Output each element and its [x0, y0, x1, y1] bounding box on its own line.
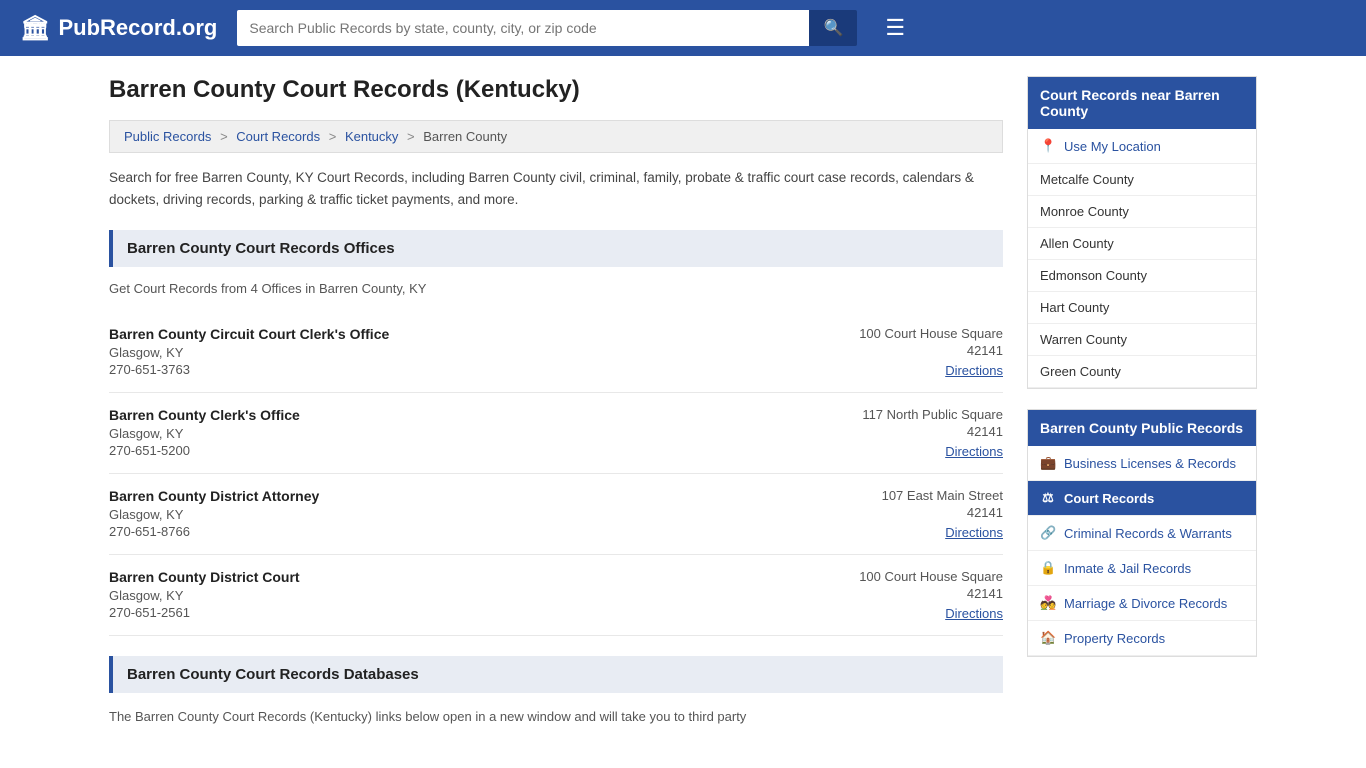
breadcrumb-kentucky[interactable]: Kentucky	[345, 129, 398, 144]
office-right-2: 117 North Public Square 42141 Directions	[803, 407, 1003, 459]
breadcrumb-public-records[interactable]: Public Records	[124, 129, 211, 144]
public-records-section-header: Barren County Public Records	[1028, 410, 1256, 446]
breadcrumb-court-records[interactable]: Court Records	[236, 129, 320, 144]
office-right-1: 100 Court House Square 42141 Directions	[803, 326, 1003, 378]
sidebar-item-inmate-jail[interactable]: 🔒 Inmate & Jail Records	[1028, 551, 1256, 586]
scales-icon: ⚖	[1040, 490, 1056, 506]
breadcrumb-barren-county: Barren County	[423, 129, 507, 144]
office-left-4: Barren County District Court Glasgow, KY…	[109, 569, 803, 621]
house-icon: 🏠	[1040, 630, 1056, 646]
sidebar-county-hart[interactable]: Hart County	[1028, 292, 1256, 324]
office-city-3: Glasgow, KY	[109, 507, 803, 522]
sidebar-county-monroe[interactable]: Monroe County	[1028, 196, 1256, 228]
sidebar-label-inmate: Inmate & Jail Records	[1064, 561, 1191, 576]
office-name-4: Barren County District Court	[109, 569, 803, 585]
offices-section-header: Barren County Court Records Offices	[109, 230, 1003, 267]
databases-text: The Barren County Court Records (Kentuck…	[109, 707, 1003, 727]
menu-button[interactable]: ☰	[877, 11, 913, 45]
offices-subtext: Get Court Records from 4 Offices in Barr…	[109, 281, 1003, 296]
location-pin-icon: 📍	[1040, 138, 1056, 154]
use-location-label: Use My Location	[1064, 139, 1161, 154]
directions-link-3[interactable]: Directions	[945, 525, 1003, 540]
office-right-3: 107 East Main Street 42141 Directions	[803, 488, 1003, 540]
directions-link-2[interactable]: Directions	[945, 444, 1003, 459]
lock-icon: 🔒	[1040, 560, 1056, 576]
office-name-2: Barren County Clerk's Office	[109, 407, 803, 423]
intro-text: Search for free Barren County, KY Court …	[109, 167, 1003, 210]
directions-link-4[interactable]: Directions	[945, 606, 1003, 621]
sidebar-label-property: Property Records	[1064, 631, 1165, 646]
link-icon: 🔗	[1040, 525, 1056, 541]
office-zip-4: 42141	[803, 586, 1003, 601]
breadcrumb-sep-1: >	[220, 129, 228, 144]
breadcrumb-sep-2: >	[329, 129, 337, 144]
office-city-1: Glasgow, KY	[109, 345, 803, 360]
office-entry-1: Barren County Circuit Court Clerk's Offi…	[109, 312, 1003, 393]
main-container: Barren County Court Records (Kentucky) P…	[93, 56, 1273, 747]
office-left-2: Barren County Clerk's Office Glasgow, KY…	[109, 407, 803, 459]
office-entry-3: Barren County District Attorney Glasgow,…	[109, 474, 1003, 555]
logo-text: PubRecord.org	[58, 15, 217, 41]
rings-icon: 💑	[1040, 595, 1056, 611]
office-zip-3: 42141	[803, 505, 1003, 520]
databases-section-header: Barren County Court Records Databases	[109, 656, 1003, 693]
office-left-1: Barren County Circuit Court Clerk's Offi…	[109, 326, 803, 378]
use-my-location-item[interactable]: 📍 Use My Location	[1028, 129, 1256, 164]
nearby-section-header: Court Records near Barren County	[1028, 77, 1256, 129]
header: 🏛 PubRecord.org 🔍 ☰	[0, 0, 1366, 56]
sidebar: Court Records near Barren County 📍 Use M…	[1027, 76, 1257, 727]
directions-link-1[interactable]: Directions	[945, 363, 1003, 378]
nearby-section: Court Records near Barren County 📍 Use M…	[1027, 76, 1257, 389]
sidebar-label-business: Business Licenses & Records	[1064, 456, 1236, 471]
sidebar-county-green[interactable]: Green County	[1028, 356, 1256, 388]
logo[interactable]: 🏛 PubRecord.org	[20, 14, 217, 43]
office-zip-1: 42141	[803, 343, 1003, 358]
sidebar-label-court: Court Records	[1064, 491, 1154, 506]
sidebar-county-edmonson[interactable]: Edmonson County	[1028, 260, 1256, 292]
office-name-3: Barren County District Attorney	[109, 488, 803, 504]
sidebar-item-property-records[interactable]: 🏠 Property Records	[1028, 621, 1256, 656]
office-name-1: Barren County Circuit Court Clerk's Offi…	[109, 326, 803, 342]
content-area: Barren County Court Records (Kentucky) P…	[109, 76, 1003, 727]
sidebar-label-marriage: Marriage & Divorce Records	[1064, 596, 1227, 611]
search-icon: 🔍	[823, 20, 843, 37]
breadcrumb-sep-3: >	[407, 129, 415, 144]
page-title: Barren County Court Records (Kentucky)	[109, 76, 1003, 104]
logo-icon: 🏛	[20, 14, 50, 43]
sidebar-county-warren[interactable]: Warren County	[1028, 324, 1256, 356]
office-phone-4: 270-651-2561	[109, 605, 803, 620]
sidebar-item-marriage-divorce[interactable]: 💑 Marriage & Divorce Records	[1028, 586, 1256, 621]
sidebar-label-criminal: Criminal Records & Warrants	[1064, 526, 1232, 541]
office-city-4: Glasgow, KY	[109, 588, 803, 603]
office-entry-4: Barren County District Court Glasgow, KY…	[109, 555, 1003, 636]
search-button[interactable]: 🔍	[809, 10, 857, 46]
office-phone-2: 270-651-5200	[109, 443, 803, 458]
sidebar-county-allen[interactable]: Allen County	[1028, 228, 1256, 260]
office-address-2: 117 North Public Square	[803, 407, 1003, 422]
sidebar-item-business-licenses[interactable]: 💼 Business Licenses & Records	[1028, 446, 1256, 481]
public-records-section: Barren County Public Records 💼 Business …	[1027, 409, 1257, 657]
sidebar-county-metcalfe[interactable]: Metcalfe County	[1028, 164, 1256, 196]
sidebar-item-criminal-records[interactable]: 🔗 Criminal Records & Warrants	[1028, 516, 1256, 551]
office-address-3: 107 East Main Street	[803, 488, 1003, 503]
briefcase-icon: 💼	[1040, 455, 1056, 471]
office-city-2: Glasgow, KY	[109, 426, 803, 441]
office-left-3: Barren County District Attorney Glasgow,…	[109, 488, 803, 540]
office-right-4: 100 Court House Square 42141 Directions	[803, 569, 1003, 621]
office-entry-2: Barren County Clerk's Office Glasgow, KY…	[109, 393, 1003, 474]
search-input[interactable]	[237, 10, 809, 46]
office-zip-2: 42141	[803, 424, 1003, 439]
office-address-1: 100 Court House Square	[803, 326, 1003, 341]
office-phone-3: 270-651-8766	[109, 524, 803, 539]
sidebar-item-court-records[interactable]: ⚖ Court Records	[1028, 481, 1256, 516]
office-address-4: 100 Court House Square	[803, 569, 1003, 584]
office-phone-1: 270-651-3763	[109, 362, 803, 377]
search-form: 🔍	[237, 10, 857, 46]
breadcrumb: Public Records > Court Records > Kentuck…	[109, 120, 1003, 153]
